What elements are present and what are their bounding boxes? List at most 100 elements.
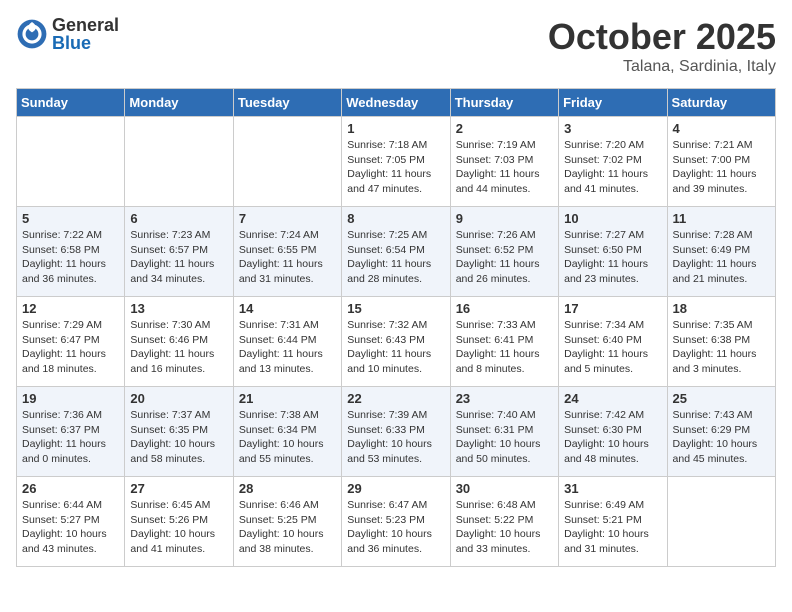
day-number: 29: [347, 481, 444, 496]
day-number: 15: [347, 301, 444, 316]
calendar-cell: 7 Sunrise: 7:24 AM Sunset: 6:55 PM Daylig…: [233, 207, 341, 297]
weekday-header-saturday: Saturday: [667, 89, 775, 117]
day-number: 9: [456, 211, 553, 226]
day-info: Sunrise: 7:26 AM Sunset: 6:52 PM Dayligh…: [456, 228, 553, 287]
calendar-cell: 5 Sunrise: 7:22 AM Sunset: 6:58 PM Daylig…: [17, 207, 125, 297]
day-number: 22: [347, 391, 444, 406]
calendar-cell: 15 Sunrise: 7:32 AM Sunset: 6:43 PM Dayli…: [342, 297, 450, 387]
day-number: 17: [564, 301, 661, 316]
calendar-cell: 30 Sunrise: 6:48 AM Sunset: 5:22 PM Dayli…: [450, 477, 558, 567]
weekday-header-tuesday: Tuesday: [233, 89, 341, 117]
day-number: 18: [673, 301, 770, 316]
calendar-cell: 11 Sunrise: 7:28 AM Sunset: 6:49 PM Dayli…: [667, 207, 775, 297]
day-info: Sunrise: 7:31 AM Sunset: 6:44 PM Dayligh…: [239, 318, 336, 377]
logo-icon: [16, 18, 48, 50]
calendar-cell: 6 Sunrise: 7:23 AM Sunset: 6:57 PM Daylig…: [125, 207, 233, 297]
calendar-cell: 25Sunrise: 7:43 AM Sunset: 6:29 PM Dayli…: [667, 387, 775, 477]
day-info: Sunrise: 7:18 AM Sunset: 7:05 PM Dayligh…: [347, 138, 444, 197]
calendar-cell: 17 Sunrise: 7:34 AM Sunset: 6:40 PM Dayli…: [559, 297, 667, 387]
weekday-header-wednesday: Wednesday: [342, 89, 450, 117]
calendar-week-1: 1Sunrise: 7:18 AM Sunset: 7:05 PM Daylig…: [17, 117, 776, 207]
day-number: 30: [456, 481, 553, 496]
logo: General Blue: [16, 16, 119, 52]
location-text: Talana, Sardinia, Italy: [548, 58, 776, 76]
calendar-cell: 14Sunrise: 7:31 AM Sunset: 6:44 PM Dayli…: [233, 297, 341, 387]
calendar-cell: [125, 117, 233, 207]
month-title: October 2025: [548, 16, 776, 58]
day-info: Sunrise: 7:22 AM Sunset: 6:58 PM Dayligh…: [22, 228, 119, 287]
day-number: 21: [239, 391, 336, 406]
calendar-cell: [667, 477, 775, 567]
day-info: Sunrise: 7:37 AM Sunset: 6:35 PM Dayligh…: [130, 408, 227, 467]
day-info: Sunrise: 7:24 AM Sunset: 6:55 PM Dayligh…: [239, 228, 336, 287]
calendar-cell: 1Sunrise: 7:18 AM Sunset: 7:05 PM Daylig…: [342, 117, 450, 207]
day-info: Sunrise: 7:39 AM Sunset: 6:33 PM Dayligh…: [347, 408, 444, 467]
day-info: Sunrise: 7:32 AM Sunset: 6:43 PM Dayligh…: [347, 318, 444, 377]
day-number: 26: [22, 481, 119, 496]
calendar-cell: 8 Sunrise: 7:25 AM Sunset: 6:54 PM Daylig…: [342, 207, 450, 297]
day-info: Sunrise: 7:28 AM Sunset: 6:49 PM Dayligh…: [673, 228, 770, 287]
day-number: 12: [22, 301, 119, 316]
day-info: Sunrise: 7:30 AM Sunset: 6:46 PM Dayligh…: [130, 318, 227, 377]
weekday-header-thursday: Thursday: [450, 89, 558, 117]
day-number: 6: [130, 211, 227, 226]
day-number: 3: [564, 121, 661, 136]
calendar-week-5: 26 Sunrise: 6:44 AM Sunset: 5:27 PM Dayli…: [17, 477, 776, 567]
day-number: 27: [130, 481, 227, 496]
day-number: 7: [239, 211, 336, 226]
day-info: Sunrise: 7:25 AM Sunset: 6:54 PM Dayligh…: [347, 228, 444, 287]
calendar-cell: 24 Sunrise: 7:42 AM Sunset: 6:30 PM Dayli…: [559, 387, 667, 477]
day-info: Sunrise: 6:48 AM Sunset: 5:22 PM Dayligh…: [456, 498, 553, 557]
calendar-cell: 26 Sunrise: 6:44 AM Sunset: 5:27 PM Dayli…: [17, 477, 125, 567]
day-info: Sunrise: 6:45 AM Sunset: 5:26 PM Dayligh…: [130, 498, 227, 557]
calendar-cell: 29Sunrise: 6:47 AM Sunset: 5:23 PM Dayli…: [342, 477, 450, 567]
calendar-cell: 3 Sunrise: 7:20 AM Sunset: 7:02 PM Daylig…: [559, 117, 667, 207]
logo-general-text: General: [52, 16, 119, 34]
calendar-cell: 31Sunrise: 6:49 AM Sunset: 5:21 PM Dayli…: [559, 477, 667, 567]
day-info: Sunrise: 7:21 AM Sunset: 7:00 PM Dayligh…: [673, 138, 770, 197]
day-info: Sunrise: 6:44 AM Sunset: 5:27 PM Dayligh…: [22, 498, 119, 557]
calendar-cell: 22 Sunrise: 7:39 AM Sunset: 6:33 PM Dayli…: [342, 387, 450, 477]
day-info: Sunrise: 7:42 AM Sunset: 6:30 PM Dayligh…: [564, 408, 661, 467]
logo-blue-text: Blue: [52, 34, 119, 52]
calendar-cell: 4 Sunrise: 7:21 AM Sunset: 7:00 PM Daylig…: [667, 117, 775, 207]
calendar-cell: 23 Sunrise: 7:40 AM Sunset: 6:31 PM Dayli…: [450, 387, 558, 477]
page-header: General Blue October 2025 Talana, Sardin…: [16, 16, 776, 76]
calendar-cell: 18Sunrise: 7:35 AM Sunset: 6:38 PM Dayli…: [667, 297, 775, 387]
day-number: 23: [456, 391, 553, 406]
calendar-cell: 19Sunrise: 7:36 AM Sunset: 6:37 PM Dayli…: [17, 387, 125, 477]
title-block: October 2025 Talana, Sardinia, Italy: [548, 16, 776, 76]
day-info: Sunrise: 7:33 AM Sunset: 6:41 PM Dayligh…: [456, 318, 553, 377]
weekday-header-friday: Friday: [559, 89, 667, 117]
day-number: 31: [564, 481, 661, 496]
calendar-cell: 13 Sunrise: 7:30 AM Sunset: 6:46 PM Dayli…: [125, 297, 233, 387]
day-info: Sunrise: 7:34 AM Sunset: 6:40 PM Dayligh…: [564, 318, 661, 377]
day-info: Sunrise: 7:19 AM Sunset: 7:03 PM Dayligh…: [456, 138, 553, 197]
day-number: 19: [22, 391, 119, 406]
day-number: 24: [564, 391, 661, 406]
day-number: 4: [673, 121, 770, 136]
day-number: 10: [564, 211, 661, 226]
day-info: Sunrise: 7:27 AM Sunset: 6:50 PM Dayligh…: [564, 228, 661, 287]
day-number: 28: [239, 481, 336, 496]
calendar-cell: 28Sunrise: 6:46 AM Sunset: 5:25 PM Dayli…: [233, 477, 341, 567]
calendar-cell: 2 Sunrise: 7:19 AM Sunset: 7:03 PM Daylig…: [450, 117, 558, 207]
day-number: 13: [130, 301, 227, 316]
day-number: 11: [673, 211, 770, 226]
day-info: Sunrise: 7:23 AM Sunset: 6:57 PM Dayligh…: [130, 228, 227, 287]
calendar-cell: 20 Sunrise: 7:37 AM Sunset: 6:35 PM Dayli…: [125, 387, 233, 477]
day-number: 25: [673, 391, 770, 406]
day-number: 20: [130, 391, 227, 406]
weekday-header-sunday: Sunday: [17, 89, 125, 117]
calendar-table: SundayMondayTuesdayWednesdayThursdayFrid…: [16, 88, 776, 567]
calendar-week-3: 12 Sunrise: 7:29 AM Sunset: 6:47 PM Dayli…: [17, 297, 776, 387]
day-info: Sunrise: 7:29 AM Sunset: 6:47 PM Dayligh…: [22, 318, 119, 377]
day-number: 2: [456, 121, 553, 136]
calendar-cell: 10 Sunrise: 7:27 AM Sunset: 6:50 PM Dayli…: [559, 207, 667, 297]
day-info: Sunrise: 7:40 AM Sunset: 6:31 PM Dayligh…: [456, 408, 553, 467]
day-info: Sunrise: 7:20 AM Sunset: 7:02 PM Dayligh…: [564, 138, 661, 197]
calendar-cell: 12 Sunrise: 7:29 AM Sunset: 6:47 PM Dayli…: [17, 297, 125, 387]
day-number: 8: [347, 211, 444, 226]
calendar-header-row: SundayMondayTuesdayWednesdayThursdayFrid…: [17, 89, 776, 117]
day-number: 5: [22, 211, 119, 226]
